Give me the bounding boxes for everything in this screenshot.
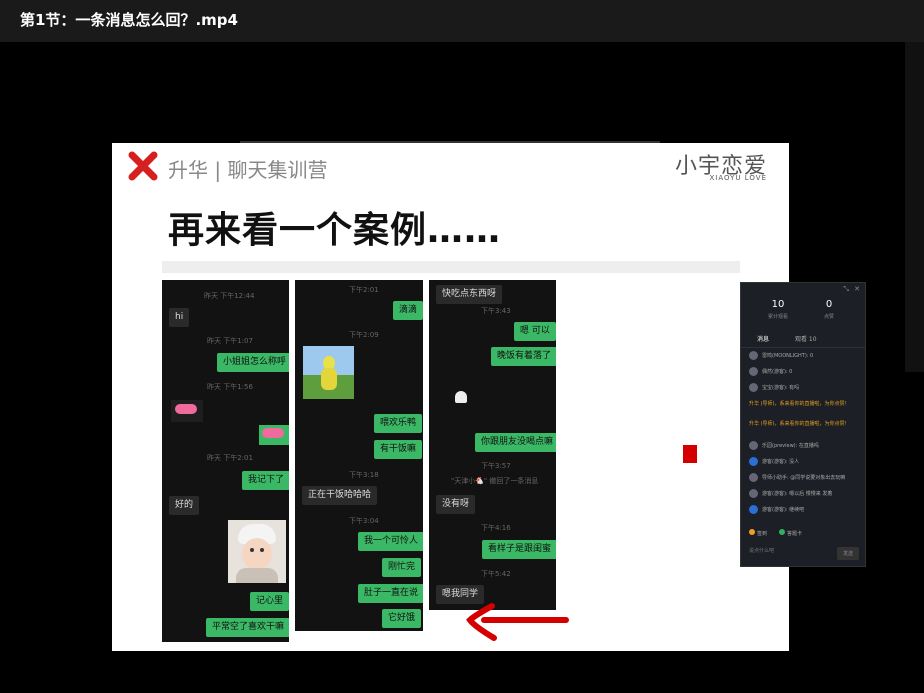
- message-bubble: 好的: [169, 496, 200, 515]
- sign-in-button[interactable]: 签到: [749, 529, 767, 537]
- answer-card-button[interactable]: 答题卡: [779, 529, 802, 537]
- message-bubble: 刚忙完: [382, 558, 422, 577]
- collapse-icon[interactable]: ⤡: [843, 285, 849, 294]
- chat-input[interactable]: 说点什么吧: [749, 547, 774, 554]
- message-bubble: 嗯 可以: [514, 322, 556, 341]
- message-bubble: 喂欢乐鸭: [374, 414, 423, 433]
- message-bubble: 记心里: [250, 592, 289, 611]
- timestamp: 下午2:01: [349, 286, 379, 294]
- recall-notice: "天津小🐔" 撤回了一条消息: [451, 477, 539, 485]
- chat-message: 游客(游客): 继续吧: [749, 505, 804, 514]
- timestamp: 下午4:16: [481, 524, 511, 532]
- message-bubble: 我一个可怜人: [358, 532, 423, 551]
- slide: 升华 | 聊天集训营 小宇恋爱 XIAOYU LOVE 再来看一个案例…… 昨天…: [112, 143, 789, 651]
- timestamp: 下午3:57: [481, 462, 511, 470]
- chat-screenshot-1: 昨天 下午12:44 hi 昨天 下午1:07 小姐姐怎么称呼 昨天 下午1:5…: [162, 280, 289, 642]
- avatar: [749, 489, 758, 498]
- teletubby-photo: [303, 346, 354, 399]
- message-bubble: 平常空了喜欢干嘛: [206, 618, 289, 637]
- timestamp: 下午3:43: [481, 307, 511, 315]
- slide-divider: [162, 261, 740, 273]
- timestamp: 昨天 下午2:01: [207, 454, 253, 462]
- avatar: [749, 367, 758, 376]
- pink-sticker: [259, 425, 289, 445]
- red-marker: [683, 445, 697, 463]
- timestamp: 昨天 下午1:07: [207, 337, 253, 345]
- message-bubble: 看样子是跟闺蜜: [482, 540, 556, 559]
- ghost-sticker: [455, 391, 467, 403]
- avatar: [749, 383, 758, 392]
- right-edge-strip: [905, 42, 924, 372]
- tab-viewers[interactable]: 观看 10: [795, 334, 817, 343]
- send-button[interactable]: 发送: [836, 547, 859, 560]
- live-chat-panel: ⤡ ✕ 10 累计观看 0 点赞 消息 观看 10 雷鸣(MOONLIGHT):…: [740, 282, 866, 567]
- timestamp: 昨天 下午12:44: [204, 292, 255, 300]
- baby-photo: [228, 520, 286, 583]
- message-bubble: 你跟朋友没喝点嘛: [475, 433, 556, 452]
- views-stat: 10 累计观看: [767, 299, 788, 320]
- avatar: [749, 457, 758, 466]
- chat-message: 雷鸣(MOONLIGHT): 0: [749, 351, 813, 360]
- chat-screenshot-2: 下午2:01 滴滴 下午2:09 喂欢乐鸭 有干饭嘛 下午3:18 正在干饭哈哈…: [295, 280, 423, 631]
- slide-brand: 升华 | 聊天集训营: [168, 158, 328, 182]
- chat-message: 导师小助手: @同学说要对象出去玩嘛: [749, 473, 845, 482]
- video-title: 第1节：一条消息怎么回？.mp4: [20, 11, 238, 29]
- message-bubble: 没有呀: [436, 495, 476, 514]
- chat-message: 偶然(游客): 0: [749, 367, 792, 376]
- system-notice: 升华 (导师)，系来看你的直播啦，为你点赞！: [749, 401, 850, 407]
- timestamp: 下午5:42: [481, 570, 511, 578]
- video-title-bar: 第1节：一条消息怎么回？.mp4: [0, 0, 924, 42]
- timestamp: 下午3:04: [349, 517, 379, 525]
- message-bubble: 小姐姐怎么称呼: [217, 353, 289, 372]
- tab-messages[interactable]: 消息: [757, 334, 769, 343]
- message-bubble: 我记下了: [242, 471, 289, 490]
- message-bubble: 正在干饭哈哈哈: [302, 486, 378, 505]
- chat-message: 游客(游客): 嗯以后 慢慢来 发着: [749, 489, 832, 498]
- chat-message: 宝宝(游客): 有吗: [749, 383, 799, 392]
- timestamp: 下午3:18: [349, 471, 379, 479]
- message-bubble: 有干饭嘛: [374, 440, 423, 459]
- pink-sticker: [171, 400, 203, 422]
- close-icon[interactable]: ✕: [854, 285, 860, 293]
- message-bubble: 滴滴: [393, 301, 423, 320]
- chat-message: 游客(游客): 没人: [749, 457, 799, 466]
- red-arrow-icon: [466, 603, 569, 641]
- message-bubble: hi: [169, 308, 190, 327]
- avatar: [749, 351, 758, 360]
- chat-screenshot-3: 快吃点东西呀 下午3:43 嗯 可以 晚饭有着落了 你跟朋友没喝点嘛 下午3:5…: [429, 280, 556, 610]
- message-bubble: 快吃点东西呀: [436, 285, 503, 304]
- slide-headline: 再来看一个案例……: [168, 210, 502, 251]
- message-bubble: 它好饿: [382, 609, 422, 628]
- system-notice: 升华 (导师)，系来看你的直播啦，为你点赞！: [749, 421, 850, 427]
- avatar: [749, 505, 758, 514]
- avatar: [749, 441, 758, 450]
- likes-stat: 0 点赞: [823, 299, 834, 320]
- avatar: [749, 473, 758, 482]
- xiaoyu-logo-en: XIAOYU LOVE: [709, 174, 767, 182]
- message-bubble: 晚饭有着落了: [491, 347, 556, 366]
- panel-tabs: 消息 观看 10: [741, 331, 865, 348]
- chat-message: 乐园(preview): 在直播吗: [749, 441, 819, 450]
- timestamp: 下午2:09: [349, 331, 379, 339]
- timestamp: 昨天 下午1:56: [207, 383, 253, 391]
- message-bubble: 肚子一直在说: [358, 584, 423, 603]
- brand-x-icon: [128, 151, 158, 181]
